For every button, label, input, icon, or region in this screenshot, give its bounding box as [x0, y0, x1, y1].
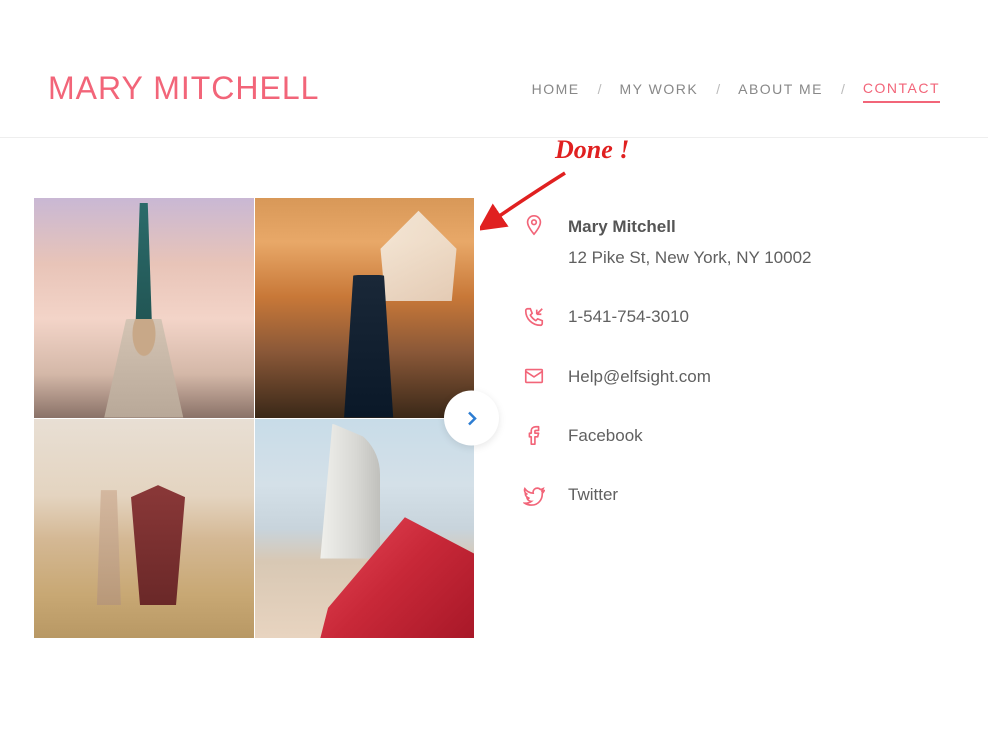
nav-home[interactable]: HOME: [532, 76, 580, 102]
nav-separator: /: [598, 81, 602, 97]
contact-phone[interactable]: 1-541-754-3010: [568, 303, 689, 330]
done-annotation: Done !: [555, 135, 629, 165]
nav-separator: /: [716, 81, 720, 97]
contact-address-text: Mary Mitchell 12 Pike St, New York, NY 1…: [568, 213, 812, 271]
contact-facebook-row: Facebook: [522, 422, 940, 449]
contact-twitter-row: Twitter: [522, 481, 940, 508]
gallery-next-button[interactable]: [444, 391, 499, 446]
site-header: MARY MITCHELL HOME / MY WORK / ABOUT ME …: [0, 0, 988, 138]
chevron-right-icon: [464, 410, 480, 426]
main-nav: HOME / MY WORK / ABOUT ME / CONTACT: [532, 75, 940, 103]
email-icon: [522, 364, 546, 388]
nav-contact[interactable]: CONTACT: [863, 75, 940, 103]
contact-twitter[interactable]: Twitter: [568, 481, 618, 508]
twitter-icon: [522, 483, 546, 507]
contact-info: Mary Mitchell 12 Pike St, New York, NY 1…: [522, 198, 940, 638]
gallery-tile-1[interactable]: [34, 198, 254, 418]
contact-email[interactable]: Help@elfsight.com: [568, 363, 711, 390]
nav-about-me[interactable]: ABOUT ME: [738, 76, 823, 102]
contact-facebook[interactable]: Facebook: [568, 422, 643, 449]
contact-name: Mary Mitchell: [568, 213, 812, 240]
gallery-tile-2[interactable]: [255, 198, 475, 418]
photo-gallery: [34, 198, 474, 638]
arrow-annotation: [480, 165, 580, 235]
contact-address-row: Mary Mitchell 12 Pike St, New York, NY 1…: [522, 213, 940, 271]
nav-separator: /: [841, 81, 845, 97]
facebook-icon: [522, 423, 546, 447]
contact-email-row: Help@elfsight.com: [522, 363, 940, 390]
site-logo[interactable]: MARY MITCHELL: [48, 70, 319, 107]
contact-phone-row: 1-541-754-3010: [522, 303, 940, 330]
contact-address: 12 Pike St, New York, NY 10002: [568, 248, 812, 267]
phone-icon: [522, 305, 546, 329]
gallery-tile-3[interactable]: [34, 419, 254, 639]
gallery-tile-4[interactable]: [255, 419, 475, 639]
nav-my-work[interactable]: MY WORK: [620, 76, 699, 102]
